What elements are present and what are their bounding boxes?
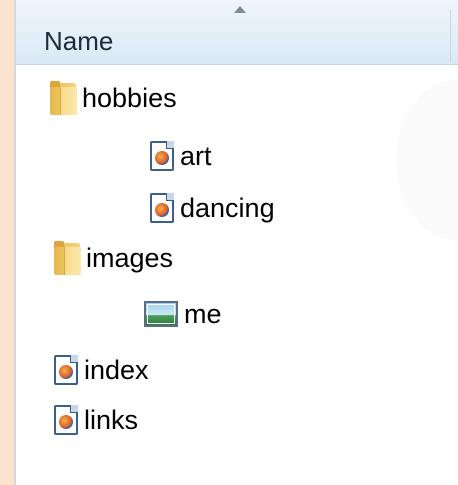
html-document-icon: [150, 141, 174, 171]
list-item-label: me: [184, 298, 222, 329]
name-column-label[interactable]: Name: [44, 26, 113, 57]
list-item-hobbies[interactable]: hobbies: [50, 76, 177, 120]
background-glare: [396, 80, 458, 240]
html-document-icon: [150, 193, 174, 223]
column-header[interactable]: Name: [16, 0, 458, 65]
html-document-icon: [54, 355, 78, 385]
list-item-me[interactable]: me: [144, 292, 222, 336]
list-item-label: dancing: [180, 192, 275, 223]
folder-icon: [50, 81, 77, 115]
column-divider[interactable]: [450, 10, 451, 62]
list-item-label: hobbies: [82, 82, 177, 113]
image-file-icon: [144, 301, 178, 327]
list-item-label: links: [84, 404, 139, 435]
folder-icon: [54, 241, 81, 275]
list-item-art[interactable]: art: [150, 134, 212, 178]
file-list-pane: Name hobbies art dancing images me index…: [14, 0, 458, 485]
list-item-dancing[interactable]: dancing: [150, 186, 275, 230]
list-item-images[interactable]: images: [54, 236, 173, 280]
sort-ascending-icon: [234, 6, 246, 13]
list-item-label: index: [84, 354, 149, 385]
list-item-label: art: [180, 140, 212, 171]
list-item-links[interactable]: links: [54, 398, 138, 442]
list-item-index[interactable]: index: [54, 348, 149, 392]
html-document-icon: [54, 405, 78, 435]
list-item-label: images: [86, 242, 174, 273]
